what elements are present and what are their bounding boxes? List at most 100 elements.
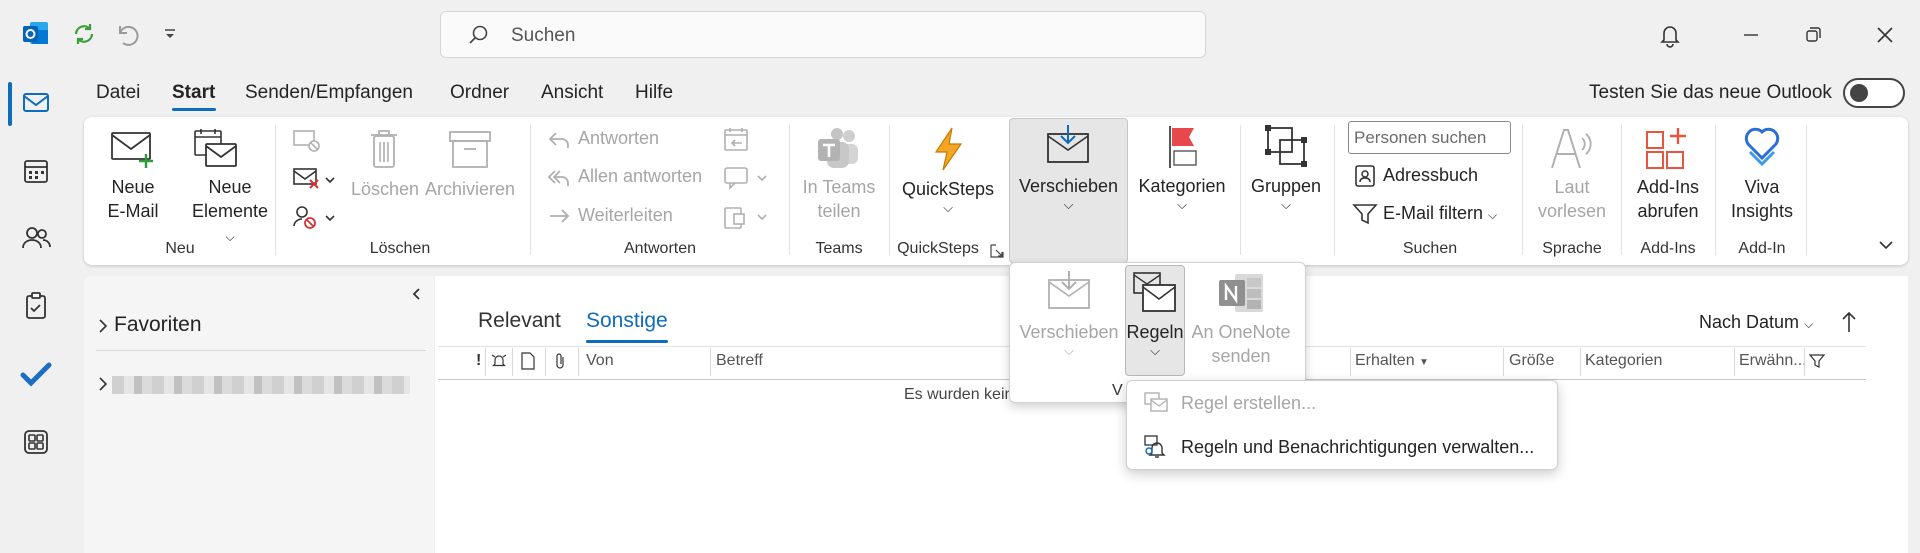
column-divider (545, 348, 546, 376)
quicksteps-button[interactable]: QuickSteps ⌵ (898, 177, 998, 215)
new-items-button[interactable]: Neue Elemente ⌵ (185, 175, 275, 249)
mail-icon[interactable] (20, 86, 52, 118)
more-respond-icon[interactable] (722, 203, 772, 231)
delete-button[interactable]: Löschen (346, 177, 424, 201)
tab-relevant[interactable]: Relevant (478, 309, 561, 333)
column-filter-icon[interactable] (1808, 353, 1826, 369)
column-groesse[interactable]: Größe (1509, 352, 1554, 370)
customize-toolbar-icon[interactable] (160, 24, 180, 44)
groups-button[interactable]: Gruppen ⌵ (1240, 174, 1332, 212)
people-icon[interactable] (20, 222, 52, 254)
share-teams-button[interactable]: In Teams teilen (797, 175, 881, 223)
send-to-onenote-button[interactable]: An OneNote senden (1188, 320, 1294, 368)
ribbon-expand-icon[interactable] (1875, 234, 1897, 256)
sort-direction-icon[interactable] (1838, 310, 1860, 334)
create-rule-item[interactable]: Regel erstellen... (1181, 393, 1316, 414)
importance-icon[interactable]: ! (476, 352, 481, 370)
forward-icon (547, 205, 571, 229)
manage-rules-icon (1143, 433, 1169, 459)
column-kategorien[interactable]: Kategorien (1585, 352, 1662, 370)
manage-rules-item[interactable]: Regeln und Benachrichtigungen verwalten.… (1181, 437, 1534, 458)
menu-tab-senden-empfangen[interactable]: Senden/Empfangen (245, 82, 413, 104)
move-icon (1046, 124, 1090, 166)
ribbon-separator (1334, 125, 1335, 255)
account-chevron-icon[interactable] (96, 374, 110, 394)
apps-icon[interactable] (20, 426, 52, 458)
column-erwaehnt[interactable]: Erwähn... (1739, 352, 1807, 370)
reply-icon (547, 128, 571, 152)
chevron-down-icon: ⌵ (1064, 343, 1074, 358)
group-label-neu: Neu (165, 240, 195, 257)
tab-sonstige[interactable]: Sonstige (586, 309, 668, 333)
people-search-input[interactable]: Personen suchen (1348, 121, 1511, 154)
cleanup-icon[interactable] (292, 166, 338, 192)
favorites-chevron-icon[interactable] (96, 316, 110, 336)
column-divider (485, 348, 486, 376)
calendar-icon[interactable] (20, 155, 52, 187)
attachment-icon[interactable] (552, 352, 568, 370)
close-icon[interactable] (1870, 20, 1900, 50)
menu-tab-hilfe[interactable]: Hilfe (635, 82, 673, 104)
flyout-move-icon (1047, 270, 1091, 312)
menu-tab-ordner[interactable]: Ordner (450, 82, 509, 104)
menu-tab-datei[interactable]: Datei (96, 82, 140, 104)
meeting-reply-icon[interactable] (722, 126, 752, 154)
read-aloud-button[interactable]: Laut vorlesen (1530, 175, 1614, 223)
address-book-button[interactable]: Adressbuch (1383, 165, 1478, 186)
ribbon-separator (1621, 125, 1622, 255)
column-divider (1350, 348, 1351, 376)
menu-tab-ansicht[interactable]: Ansicht (541, 82, 603, 104)
group-label-quicksteps: QuickSteps (897, 240, 979, 257)
search-box[interactable]: Suchen (440, 11, 1206, 58)
teams-icon (815, 126, 861, 172)
viva-insights-button[interactable]: Viva Insights (1720, 175, 1804, 223)
column-divider (1580, 348, 1581, 376)
todo-icon[interactable] (20, 358, 52, 390)
flyout-move-button[interactable]: Verschieben ⌵ (1012, 320, 1126, 358)
menu-tab-start[interactable]: Start (172, 82, 215, 104)
tasks-icon[interactable] (20, 290, 52, 322)
flyout-rules-button[interactable]: Regeln ⌵ (1125, 320, 1185, 358)
column-divider (578, 348, 579, 376)
ribbon-separator (1806, 125, 1807, 255)
categorize-button[interactable]: Kategorien ⌵ (1132, 174, 1232, 212)
im-reply-icon[interactable] (722, 164, 772, 192)
create-rule-icon (1143, 390, 1169, 414)
folder-divider (96, 350, 426, 351)
dialog-launcher-icon[interactable] (990, 244, 1004, 258)
read-aloud-icon (1548, 126, 1594, 172)
forward-button[interactable]: Weiterleiten (578, 205, 673, 226)
chevron-down-icon: ⌵ (1177, 197, 1187, 212)
group-label-antworten: Antworten (623, 240, 697, 257)
filter-email-button[interactable]: E-Mail filtern ⌵ (1383, 203, 1497, 224)
ignore-icon[interactable] (292, 128, 322, 154)
favorites-label[interactable]: Favoriten (114, 313, 202, 337)
archive-button[interactable]: Archivieren (420, 177, 520, 201)
search-icon (467, 24, 489, 46)
reminder-icon[interactable] (490, 352, 508, 370)
column-erhalten[interactable]: Erhalten ▼ (1355, 352, 1429, 370)
groups-icon (1264, 124, 1308, 168)
chevron-down-icon: ⌵ (1488, 208, 1498, 222)
chevron-down-icon: ⌵ (1063, 197, 1074, 212)
minimize-icon[interactable] (1736, 20, 1766, 50)
undo-icon[interactable] (112, 20, 140, 48)
search-placeholder: Suchen (511, 25, 576, 46)
get-addins-button[interactable]: Add-Ins abrufen (1624, 175, 1712, 223)
new-outlook-toggle[interactable] (1843, 78, 1905, 108)
sync-icon[interactable] (70, 20, 98, 48)
column-betreff[interactable]: Betreff (716, 352, 763, 370)
new-mail-button[interactable]: Neue E-Mail (95, 175, 171, 223)
reply-all-button[interactable]: Allen antworten (578, 166, 702, 187)
notification-bell-icon[interactable] (1655, 20, 1685, 50)
quicksteps-icon (928, 126, 968, 172)
reply-button[interactable]: Antworten (578, 128, 659, 149)
column-von[interactable]: Von (586, 352, 614, 370)
restore-icon[interactable] (1798, 20, 1828, 50)
sort-dropdown[interactable]: Nach Datum ⌵ (1699, 312, 1813, 333)
move-button[interactable]: Verschieben ⌵ (1010, 174, 1127, 212)
junk-icon[interactable] (292, 204, 338, 230)
item-type-icon[interactable] (520, 352, 536, 370)
reply-all-icon (547, 166, 571, 190)
collapse-pane-icon[interactable] (406, 284, 426, 304)
